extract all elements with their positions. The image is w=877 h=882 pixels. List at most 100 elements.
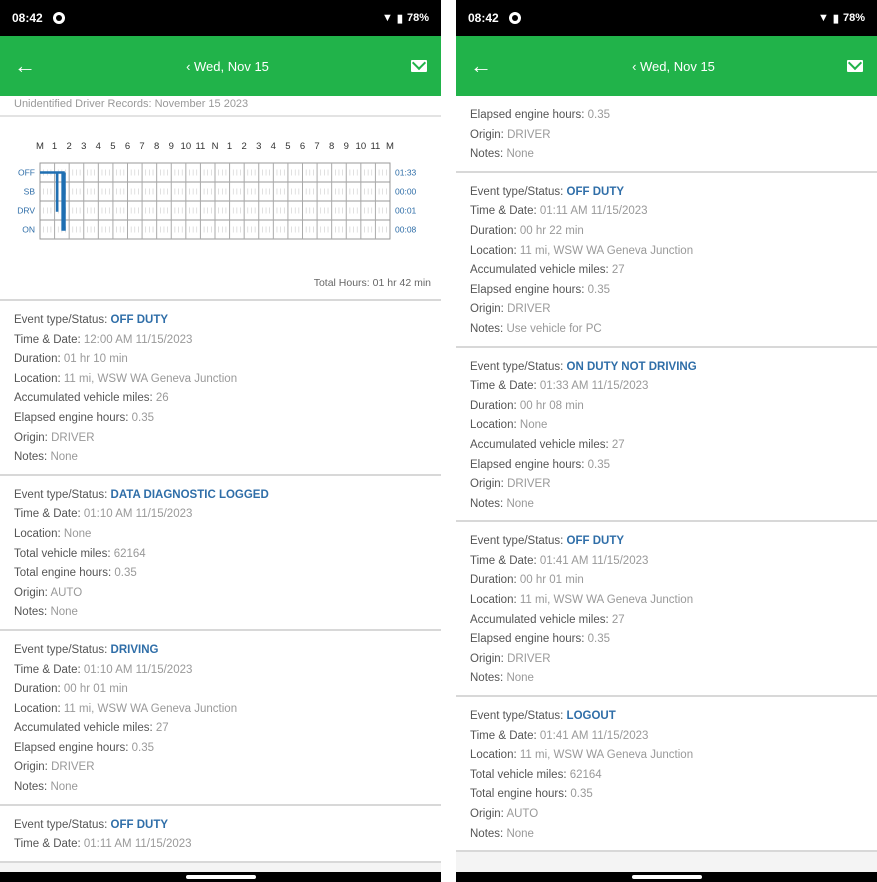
event-field-row: Notes: None xyxy=(470,495,863,515)
home-handle[interactable] xyxy=(631,875,702,879)
back-arrow-icon[interactable]: ← xyxy=(470,53,500,79)
log-list[interactable]: Unidentified Driver Records: November 15… xyxy=(0,96,441,872)
field-value: 00 hr 01 min xyxy=(63,683,128,696)
event-field-row: Accumulated vehicle miles: 27 xyxy=(14,719,427,739)
event-field-row: Time & Date: 01:10 AM 11/15/2023 xyxy=(14,505,427,525)
field-value: DRIVER xyxy=(507,128,551,141)
field-label: Notes: xyxy=(470,322,504,335)
field-label: Location: xyxy=(470,244,517,257)
duty-status-graph: M 1 2 3 4 5 6 7 8 9 10 11 N 1 2 3 4 5 6 7 8 9 10 11 M OFF SB DRV ON 0… xyxy=(0,117,441,301)
event-field-row: Notes: None xyxy=(470,145,863,165)
event-field-row: Location: 11 mi, WSW WA Geneva Junction xyxy=(470,591,863,611)
field-value: DRIVER xyxy=(51,761,95,774)
field-label: Duration: xyxy=(14,353,61,366)
header-cut-text: Unidentified Driver Records: November 15… xyxy=(0,96,441,117)
field-value: 27 xyxy=(611,438,625,451)
event-field-row: Time & Date: 01:10 AM 11/15/2023 xyxy=(14,661,427,681)
wifi-icon: ▼ xyxy=(818,12,829,24)
mail-icon[interactable] xyxy=(846,60,863,72)
event-field-row: Notes: None xyxy=(470,669,863,689)
left-screen: 08:42 ▼ ▮ 78% ← ‹ Wed, Nov 15 Unidentified… xyxy=(0,0,441,882)
graph-hour-label: 6 xyxy=(125,141,130,152)
field-value: None xyxy=(519,419,548,432)
event-field-row: Total vehicle miles: 62164 xyxy=(470,766,863,786)
field-value: Use vehicle for PC xyxy=(506,322,602,335)
graph-hour-label: 8 xyxy=(329,141,334,152)
graph-hour-label: N xyxy=(212,141,219,152)
event-status-value: OFF DUTY xyxy=(566,185,625,198)
event-field-row: Notes: None xyxy=(14,778,427,798)
event-status-row: Event type/Status: OFF DUTY xyxy=(470,183,863,203)
home-handle[interactable] xyxy=(185,875,256,879)
field-value: 11 mi, WSW WA Geneva Junction xyxy=(63,372,238,385)
app-notification-icon xyxy=(508,12,521,24)
battery-level: 78% xyxy=(842,12,865,24)
log-list[interactable]: Elapsed engine hours: 0.35 Origin: DRIVER… xyxy=(456,96,877,872)
graph-row-total: 00:00 xyxy=(395,187,417,197)
field-value: DRIVER xyxy=(507,478,551,491)
event-type-label: Event type/Status: xyxy=(14,818,108,831)
field-label: Duration: xyxy=(470,224,517,237)
event-field-row: Location: 11 mi, WSW WA Geneva Junction xyxy=(470,242,863,262)
graph-hour-label: 4 xyxy=(96,141,101,152)
field-value: 62164 xyxy=(569,768,602,781)
field-label: Time & Date: xyxy=(470,554,537,567)
field-value: 00 hr 08 min xyxy=(519,399,584,412)
event-field-row: Elapsed engine hours: 0.35 xyxy=(470,456,863,476)
back-arrow-icon[interactable]: ← xyxy=(14,53,44,79)
field-value: 0.35 xyxy=(587,283,611,296)
field-label: Duration: xyxy=(470,399,517,412)
status-time: 08:42 xyxy=(468,11,499,25)
field-value: 01:41 AM 11/15/2023 xyxy=(539,729,649,742)
event-field-row: Duration: 00 hr 01 min xyxy=(470,571,863,591)
event-field-row: Time & Date: 01:11 AM 11/15/2023 xyxy=(14,835,427,855)
field-value: DRIVER xyxy=(507,652,551,665)
gesture-bar xyxy=(0,872,441,882)
battery-level: 78% xyxy=(406,12,429,24)
event-field-row: Accumulated vehicle miles: 27 xyxy=(470,611,863,631)
field-value: 0.35 xyxy=(587,109,611,121)
event-field-row: Notes: None xyxy=(470,825,863,845)
graph-hour-label: 6 xyxy=(300,141,305,152)
mail-icon[interactable] xyxy=(410,60,427,72)
status-bar: 08:42 ▼ ▮ 78% xyxy=(0,0,441,36)
event-card: Event type/Status: OFF DUTY Time & Date: … xyxy=(456,172,877,348)
event-status-row: Event type/Status: DRIVING xyxy=(14,641,427,661)
event-status-value: OFF DUTY xyxy=(110,314,169,326)
event-status-value: DATA DIAGNOSTIC LOGGED xyxy=(110,488,269,501)
graph-row-total: 01:33 xyxy=(395,168,417,178)
field-label: Notes: xyxy=(470,497,504,510)
field-value: None xyxy=(50,451,78,464)
field-label: Accumulated vehicle miles: xyxy=(14,722,153,735)
field-value: 01:41 AM 11/15/2023 xyxy=(539,554,649,567)
graph-hour-label: 4 xyxy=(271,141,276,152)
duty-graph-svg: M 1 2 3 4 5 6 7 8 9 10 11 N 1 2 3 4 5 6 7 8 9 10 11 MOFFSBDRVON0… xyxy=(17,141,417,240)
field-value: 01 hr 10 min xyxy=(63,353,128,366)
field-label: Location: xyxy=(470,749,517,762)
field-label: Time & Date: xyxy=(14,663,81,676)
total-hours: Total Hours: 01 hr 42 min xyxy=(313,277,431,289)
event-field-row: Duration: 01 hr 10 min xyxy=(14,350,427,370)
event-type-label: Event type/Status: xyxy=(470,535,564,548)
graph-hour-label: 2 xyxy=(67,141,72,152)
field-value: None xyxy=(506,497,534,510)
event-field-row: Duration: 00 hr 22 min xyxy=(470,222,863,242)
date-selector[interactable]: ‹ Wed, Nov 15 xyxy=(632,59,715,74)
field-value: None xyxy=(50,781,78,794)
field-value: 01:10 AM 11/15/2023 xyxy=(83,508,193,521)
event-field-row: Origin: DRIVER xyxy=(470,300,863,320)
graph-hour-label: M xyxy=(36,141,44,152)
event-field-row: Total vehicle miles: 62164 xyxy=(14,545,427,565)
field-label: Notes: xyxy=(14,606,48,619)
field-label: Time & Date: xyxy=(14,508,81,521)
field-label: Total vehicle miles: xyxy=(470,768,567,781)
graph-hour-label: 8 xyxy=(154,141,159,152)
event-field-row: Origin: DRIVER xyxy=(470,475,863,495)
event-field-row: Origin: DRIVER xyxy=(14,429,427,449)
field-value: 0.35 xyxy=(131,411,155,424)
event-field-row: Origin: DRIVER xyxy=(470,650,863,670)
field-label: Duration: xyxy=(14,683,61,696)
field-label: Origin: xyxy=(14,431,48,444)
gesture-bar xyxy=(456,872,877,882)
date-selector[interactable]: ‹ Wed, Nov 15 xyxy=(186,59,269,74)
